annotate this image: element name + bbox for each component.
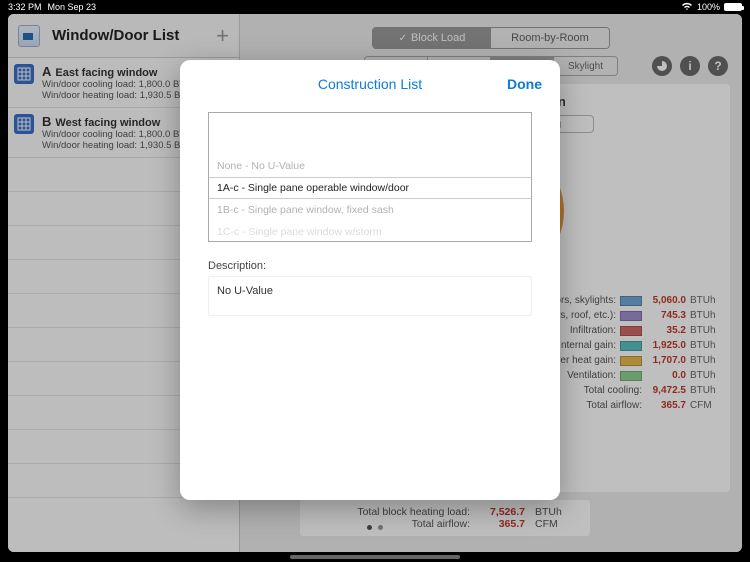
modal-title: Construction List	[180, 76, 560, 92]
battery-percent: 100%	[697, 2, 720, 12]
construction-list-modal: Construction List Done None - No U-Value…	[180, 60, 560, 500]
status-date: Mon Sep 23	[48, 2, 97, 12]
done-button[interactable]: Done	[507, 76, 542, 92]
construction-picker[interactable]: None - No U-Value1A-c - Single pane oper…	[208, 112, 532, 242]
wifi-icon	[681, 2, 693, 13]
home-indicator[interactable]	[290, 555, 460, 559]
status-bar: 3:32 PM Mon Sep 23 100%	[0, 0, 750, 14]
description-text: No U-Value	[208, 276, 532, 316]
description-label: Description:	[208, 260, 532, 272]
battery-icon	[724, 3, 742, 11]
status-time: 3:32 PM	[8, 2, 42, 12]
